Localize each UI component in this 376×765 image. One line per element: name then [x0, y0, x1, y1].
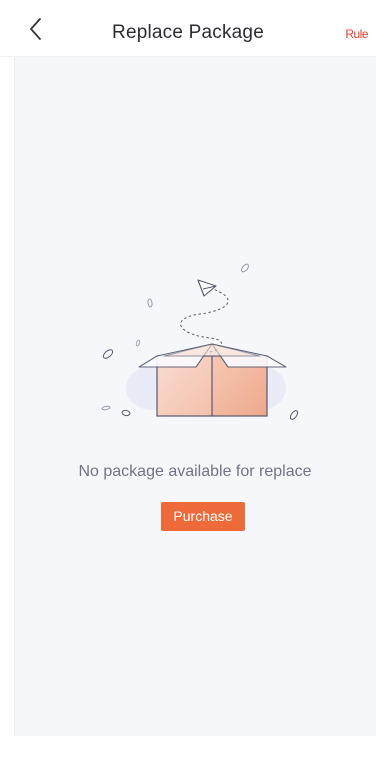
- purchase-button[interactable]: Purchase: [161, 502, 245, 531]
- empty-state-message: No package available for replace: [78, 463, 312, 480]
- page-title: Replace Package: [112, 22, 264, 43]
- screen: Replace Package Rule No package availabl…: [0, 0, 376, 765]
- navbar: Replace Package Rule: [0, 0, 376, 57]
- rule-link[interactable]: Rule: [345, 27, 368, 41]
- empty-box-illustration: [90, 258, 315, 433]
